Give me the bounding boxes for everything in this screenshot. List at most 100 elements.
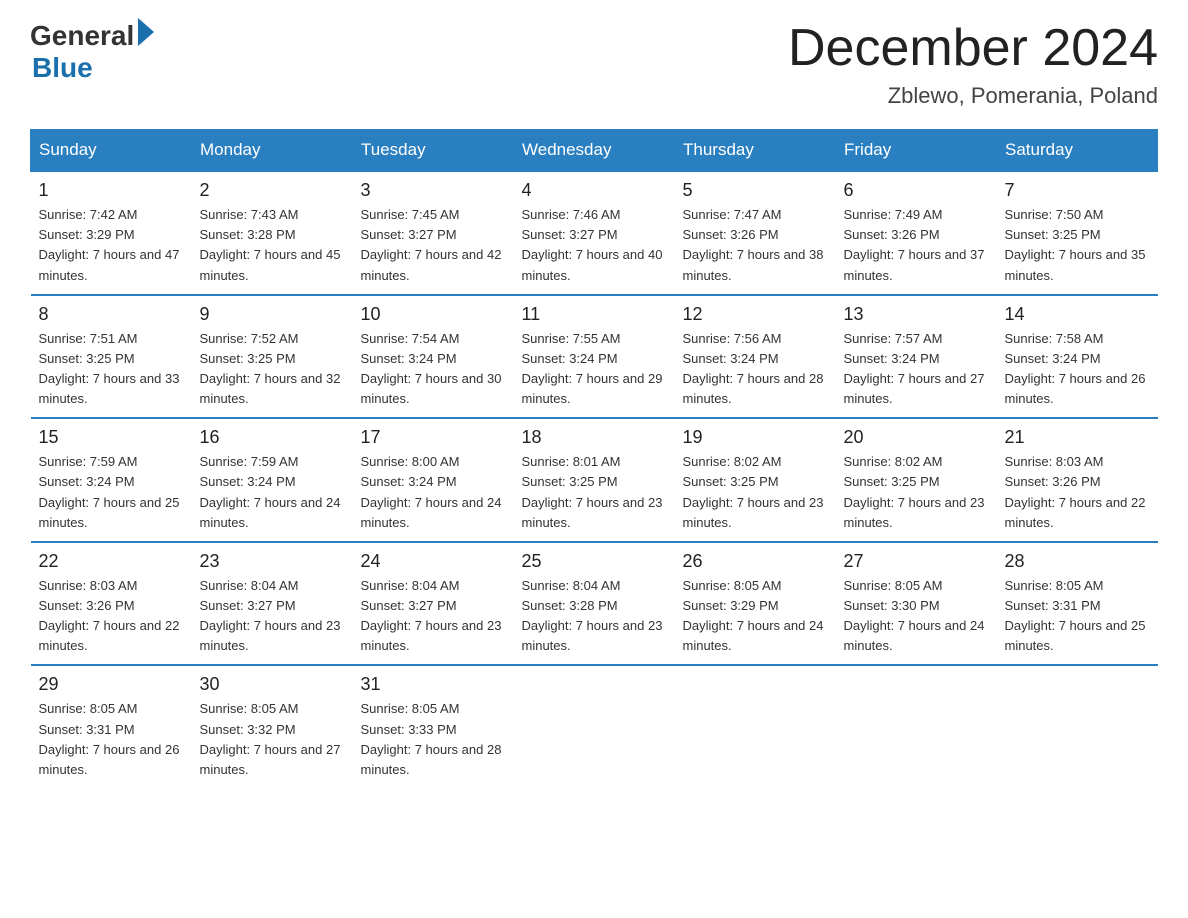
day-info: Sunrise: 8:05 AMSunset: 3:30 PMDaylight:… [844,578,985,653]
table-row: 19 Sunrise: 8:02 AMSunset: 3:25 PMDaylig… [675,418,836,542]
table-row [997,665,1158,788]
day-number: 13 [844,304,989,325]
day-number: 23 [200,551,345,572]
day-number: 4 [522,180,667,201]
logo-blue-text: Blue [32,52,93,84]
day-number: 31 [361,674,506,695]
day-info: Sunrise: 7:47 AMSunset: 3:26 PMDaylight:… [683,207,824,282]
day-number: 27 [844,551,989,572]
day-number: 17 [361,427,506,448]
day-number: 1 [39,180,184,201]
day-number: 7 [1005,180,1150,201]
day-number: 21 [1005,427,1150,448]
day-info: Sunrise: 7:52 AMSunset: 3:25 PMDaylight:… [200,331,341,406]
col-sunday: Sunday [31,130,192,172]
table-row: 11 Sunrise: 7:55 AMSunset: 3:24 PMDaylig… [514,295,675,419]
table-row: 4 Sunrise: 7:46 AMSunset: 3:27 PMDayligh… [514,171,675,295]
day-number: 9 [200,304,345,325]
header: General Blue December 2024 Zblewo, Pomer… [30,20,1158,109]
day-number: 12 [683,304,828,325]
day-info: Sunrise: 8:02 AMSunset: 3:25 PMDaylight:… [844,454,985,529]
day-number: 29 [39,674,184,695]
day-info: Sunrise: 8:05 AMSunset: 3:32 PMDaylight:… [200,701,341,776]
day-number: 15 [39,427,184,448]
table-row [514,665,675,788]
logo: General Blue [30,20,154,84]
col-monday: Monday [192,130,353,172]
day-info: Sunrise: 8:03 AMSunset: 3:26 PMDaylight:… [39,578,180,653]
day-info: Sunrise: 8:01 AMSunset: 3:25 PMDaylight:… [522,454,663,529]
day-info: Sunrise: 7:59 AMSunset: 3:24 PMDaylight:… [39,454,180,529]
day-number: 2 [200,180,345,201]
day-number: 11 [522,304,667,325]
day-info: Sunrise: 7:43 AMSunset: 3:28 PMDaylight:… [200,207,341,282]
calendar-title: December 2024 [788,20,1158,77]
table-row: 18 Sunrise: 8:01 AMSunset: 3:25 PMDaylig… [514,418,675,542]
day-info: Sunrise: 8:00 AMSunset: 3:24 PMDaylight:… [361,454,502,529]
table-row: 5 Sunrise: 7:47 AMSunset: 3:26 PMDayligh… [675,171,836,295]
table-row: 2 Sunrise: 7:43 AMSunset: 3:28 PMDayligh… [192,171,353,295]
day-info: Sunrise: 8:04 AMSunset: 3:27 PMDaylight:… [200,578,341,653]
col-friday: Friday [836,130,997,172]
table-row: 14 Sunrise: 7:58 AMSunset: 3:24 PMDaylig… [997,295,1158,419]
day-number: 16 [200,427,345,448]
day-info: Sunrise: 8:05 AMSunset: 3:29 PMDaylight:… [683,578,824,653]
day-number: 6 [844,180,989,201]
logo-triangle-icon [138,18,154,46]
table-row: 10 Sunrise: 7:54 AMSunset: 3:24 PMDaylig… [353,295,514,419]
day-info: Sunrise: 7:42 AMSunset: 3:29 PMDaylight:… [39,207,180,282]
day-number: 30 [200,674,345,695]
day-info: Sunrise: 8:05 AMSunset: 3:31 PMDaylight:… [39,701,180,776]
calendar-table: Sunday Monday Tuesday Wednesday Thursday… [30,129,1158,788]
day-number: 22 [39,551,184,572]
logo-general-text: General [30,20,134,52]
day-number: 18 [522,427,667,448]
day-info: Sunrise: 7:49 AMSunset: 3:26 PMDaylight:… [844,207,985,282]
day-number: 19 [683,427,828,448]
table-row: 9 Sunrise: 7:52 AMSunset: 3:25 PMDayligh… [192,295,353,419]
day-info: Sunrise: 8:05 AMSunset: 3:33 PMDaylight:… [361,701,502,776]
table-row: 8 Sunrise: 7:51 AMSunset: 3:25 PMDayligh… [31,295,192,419]
day-info: Sunrise: 8:04 AMSunset: 3:28 PMDaylight:… [522,578,663,653]
table-row: 17 Sunrise: 8:00 AMSunset: 3:24 PMDaylig… [353,418,514,542]
calendar-subtitle: Zblewo, Pomerania, Poland [788,83,1158,109]
table-row: 6 Sunrise: 7:49 AMSunset: 3:26 PMDayligh… [836,171,997,295]
day-number: 3 [361,180,506,201]
day-number: 26 [683,551,828,572]
day-info: Sunrise: 7:57 AMSunset: 3:24 PMDaylight:… [844,331,985,406]
day-info: Sunrise: 7:45 AMSunset: 3:27 PMDaylight:… [361,207,502,282]
table-row: 27 Sunrise: 8:05 AMSunset: 3:30 PMDaylig… [836,542,997,666]
table-row: 30 Sunrise: 8:05 AMSunset: 3:32 PMDaylig… [192,665,353,788]
col-saturday: Saturday [997,130,1158,172]
day-number: 5 [683,180,828,201]
table-row [675,665,836,788]
day-info: Sunrise: 8:04 AMSunset: 3:27 PMDaylight:… [361,578,502,653]
col-wednesday: Wednesday [514,130,675,172]
day-info: Sunrise: 7:55 AMSunset: 3:24 PMDaylight:… [522,331,663,406]
table-row: 15 Sunrise: 7:59 AMSunset: 3:24 PMDaylig… [31,418,192,542]
table-row: 1 Sunrise: 7:42 AMSunset: 3:29 PMDayligh… [31,171,192,295]
table-row: 16 Sunrise: 7:59 AMSunset: 3:24 PMDaylig… [192,418,353,542]
day-number: 14 [1005,304,1150,325]
day-number: 28 [1005,551,1150,572]
table-row: 12 Sunrise: 7:56 AMSunset: 3:24 PMDaylig… [675,295,836,419]
table-row: 31 Sunrise: 8:05 AMSunset: 3:33 PMDaylig… [353,665,514,788]
table-row: 29 Sunrise: 8:05 AMSunset: 3:31 PMDaylig… [31,665,192,788]
day-number: 25 [522,551,667,572]
table-row: 21 Sunrise: 8:03 AMSunset: 3:26 PMDaylig… [997,418,1158,542]
calendar-header-row: Sunday Monday Tuesday Wednesday Thursday… [31,130,1158,172]
calendar-week-row: 1 Sunrise: 7:42 AMSunset: 3:29 PMDayligh… [31,171,1158,295]
day-info: Sunrise: 7:54 AMSunset: 3:24 PMDaylight:… [361,331,502,406]
table-row: 23 Sunrise: 8:04 AMSunset: 3:27 PMDaylig… [192,542,353,666]
col-thursday: Thursday [675,130,836,172]
col-tuesday: Tuesday [353,130,514,172]
table-row: 20 Sunrise: 8:02 AMSunset: 3:25 PMDaylig… [836,418,997,542]
day-info: Sunrise: 7:51 AMSunset: 3:25 PMDaylight:… [39,331,180,406]
table-row: 13 Sunrise: 7:57 AMSunset: 3:24 PMDaylig… [836,295,997,419]
day-number: 24 [361,551,506,572]
table-row: 7 Sunrise: 7:50 AMSunset: 3:25 PMDayligh… [997,171,1158,295]
day-info: Sunrise: 8:02 AMSunset: 3:25 PMDaylight:… [683,454,824,529]
day-info: Sunrise: 7:59 AMSunset: 3:24 PMDaylight:… [200,454,341,529]
calendar-week-row: 29 Sunrise: 8:05 AMSunset: 3:31 PMDaylig… [31,665,1158,788]
table-row: 3 Sunrise: 7:45 AMSunset: 3:27 PMDayligh… [353,171,514,295]
